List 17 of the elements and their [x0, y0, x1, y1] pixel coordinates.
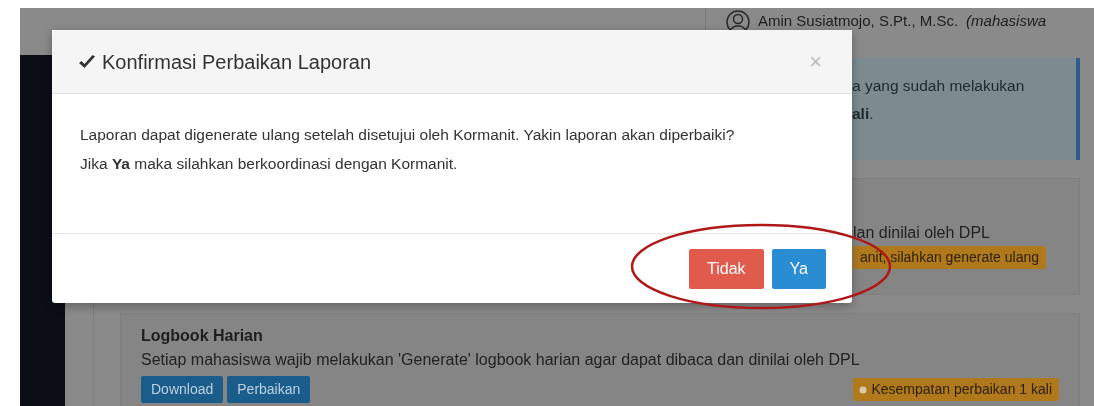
user-role: (mahasiswa: [966, 11, 1047, 31]
dialog-message: Jika Ya maka silahkan berkoordinasi dengan Kormanit.: [80, 154, 459, 174]
alert-text: ali.: [852, 104, 875, 124]
alert-text: a yang sudah melakukan: [852, 76, 1026, 96]
dialog-message: Laporan dapat digenerate ulang setelah disetujui oleh Kormanit. Yakin laporan akan diperbaiki?: [80, 125, 736, 145]
dialog-title: Konfirmasi Perbaikan Laporan: [102, 49, 372, 75]
cancel-button[interactable]: Tidak: [689, 248, 764, 289]
confirm-button[interactable]: Ya: [771, 248, 826, 289]
action-button[interactable]: Perbaikan: [227, 376, 311, 403]
status-badge: anit, silahkan generate ulang: [853, 246, 1047, 269]
section-description: Setiap mahasiswa wajib melakukan 'Generate' logbook harian agar dapat dibaca dan dinilai oleh DPL: [141, 350, 861, 370]
action-button[interactable]: Download: [141, 376, 224, 403]
user-name: Amin Susiatmojo, S.Pt., M.Sc.: [758, 11, 959, 31]
status-badge: Kesempatan perbaikan 1 kali: [853, 378, 1059, 401]
check-icon: [78, 53, 96, 70]
section-description: lan dinilai oleh DPL: [853, 223, 991, 243]
section-title: Logbook Harian: [141, 326, 264, 346]
